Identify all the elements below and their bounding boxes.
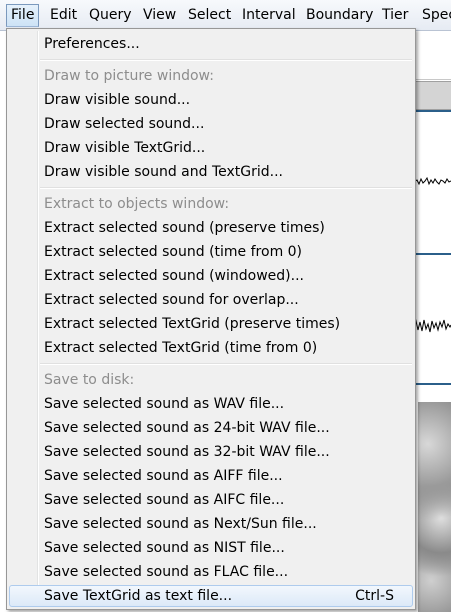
menu-header-draw: Draw to picture window: xyxy=(44,68,214,84)
waveform-channel-1 xyxy=(414,176,451,186)
menu-spectrum[interactable]: Spec xyxy=(418,4,451,27)
menu-separator xyxy=(40,363,412,365)
menu-separator xyxy=(40,59,412,61)
waveform-channel-2 xyxy=(414,319,451,333)
menu-interval[interactable]: Interval xyxy=(238,4,300,27)
menu-item-save-aifc[interactable]: Save selected sound as AIFC file... xyxy=(9,489,413,511)
menubar: File Edit Query View Select Interval Bou… xyxy=(0,0,451,31)
channel-bottom-line xyxy=(414,383,451,385)
menu-item-extract-textgrid-time-from-0[interactable]: Extract selected TextGrid (time from 0) xyxy=(9,337,413,359)
menu-view[interactable]: View xyxy=(139,4,180,27)
menu-item-draw-selected-sound[interactable]: Draw selected sound... xyxy=(9,113,413,135)
menu-item-save-nist[interactable]: Save selected sound as NIST file... xyxy=(9,537,413,559)
menu-boundary[interactable]: Boundary xyxy=(302,4,377,27)
menu-item-save-flac[interactable]: Save selected sound as FLAC file... xyxy=(9,561,413,583)
menu-item-extract-sound-overlap[interactable]: Extract selected sound for overlap... xyxy=(9,289,413,311)
menu-header-extract: Extract to objects window: xyxy=(44,196,230,212)
menu-item-save-wav[interactable]: Save selected sound as WAV file... xyxy=(9,393,413,415)
spectrogram-image xyxy=(418,402,451,612)
menu-item-draw-sound-and-textgrid[interactable]: Draw visible sound and TextGrid... xyxy=(9,161,413,183)
menu-item-extract-sound-time-from-0[interactable]: Extract selected sound (time from 0) xyxy=(9,241,413,263)
menu-item-extract-sound-windowed[interactable]: Extract selected sound (windowed)... xyxy=(9,265,413,287)
editor-button-area xyxy=(414,33,451,80)
menu-separator xyxy=(40,187,412,189)
menu-item-draw-visible-textgrid[interactable]: Draw visible TextGrid... xyxy=(9,137,413,159)
channel-top-line xyxy=(414,110,451,112)
menu-item-draw-visible-sound[interactable]: Draw visible sound... xyxy=(9,89,413,111)
menu-file[interactable]: File xyxy=(6,4,40,27)
file-menu-dropdown: Preferences... Draw to picture window: D… xyxy=(6,28,416,610)
menu-item-save-32bit-wav[interactable]: Save selected sound as 32-bit WAV file..… xyxy=(9,441,413,463)
menu-edit[interactable]: Edit xyxy=(46,4,81,27)
menu-item-save-next-sun[interactable]: Save selected sound as Next/Sun file... xyxy=(9,513,413,535)
shortcut-label: Ctrl-S xyxy=(355,588,394,604)
menu-query[interactable]: Query xyxy=(85,4,136,27)
menu-item-extract-sound-preserve-times[interactable]: Extract selected sound (preserve times) xyxy=(9,217,413,239)
menu-item-save-aiff[interactable]: Save selected sound as AIFF file... xyxy=(9,465,413,487)
editor-toolbar xyxy=(414,81,451,110)
menu-item-save-24bit-wav[interactable]: Save selected sound as 24-bit WAV file..… xyxy=(9,417,413,439)
sound-editor-background xyxy=(414,31,451,612)
menu-item-preferences[interactable]: Preferences... xyxy=(9,33,413,55)
menu-item-extract-textgrid-preserve-times[interactable]: Extract selected TextGrid (preserve time… xyxy=(9,313,413,335)
menu-tier[interactable]: Tier xyxy=(378,4,412,27)
menu-header-save: Save to disk: xyxy=(44,372,135,388)
menu-item-save-textgrid-text[interactable]: Save TextGrid as text file... Ctrl-S xyxy=(9,585,413,607)
menu-item-label: Save TextGrid as text file... xyxy=(44,588,233,604)
channel-divider-line xyxy=(414,253,451,255)
menu-select[interactable]: Select xyxy=(184,4,235,27)
